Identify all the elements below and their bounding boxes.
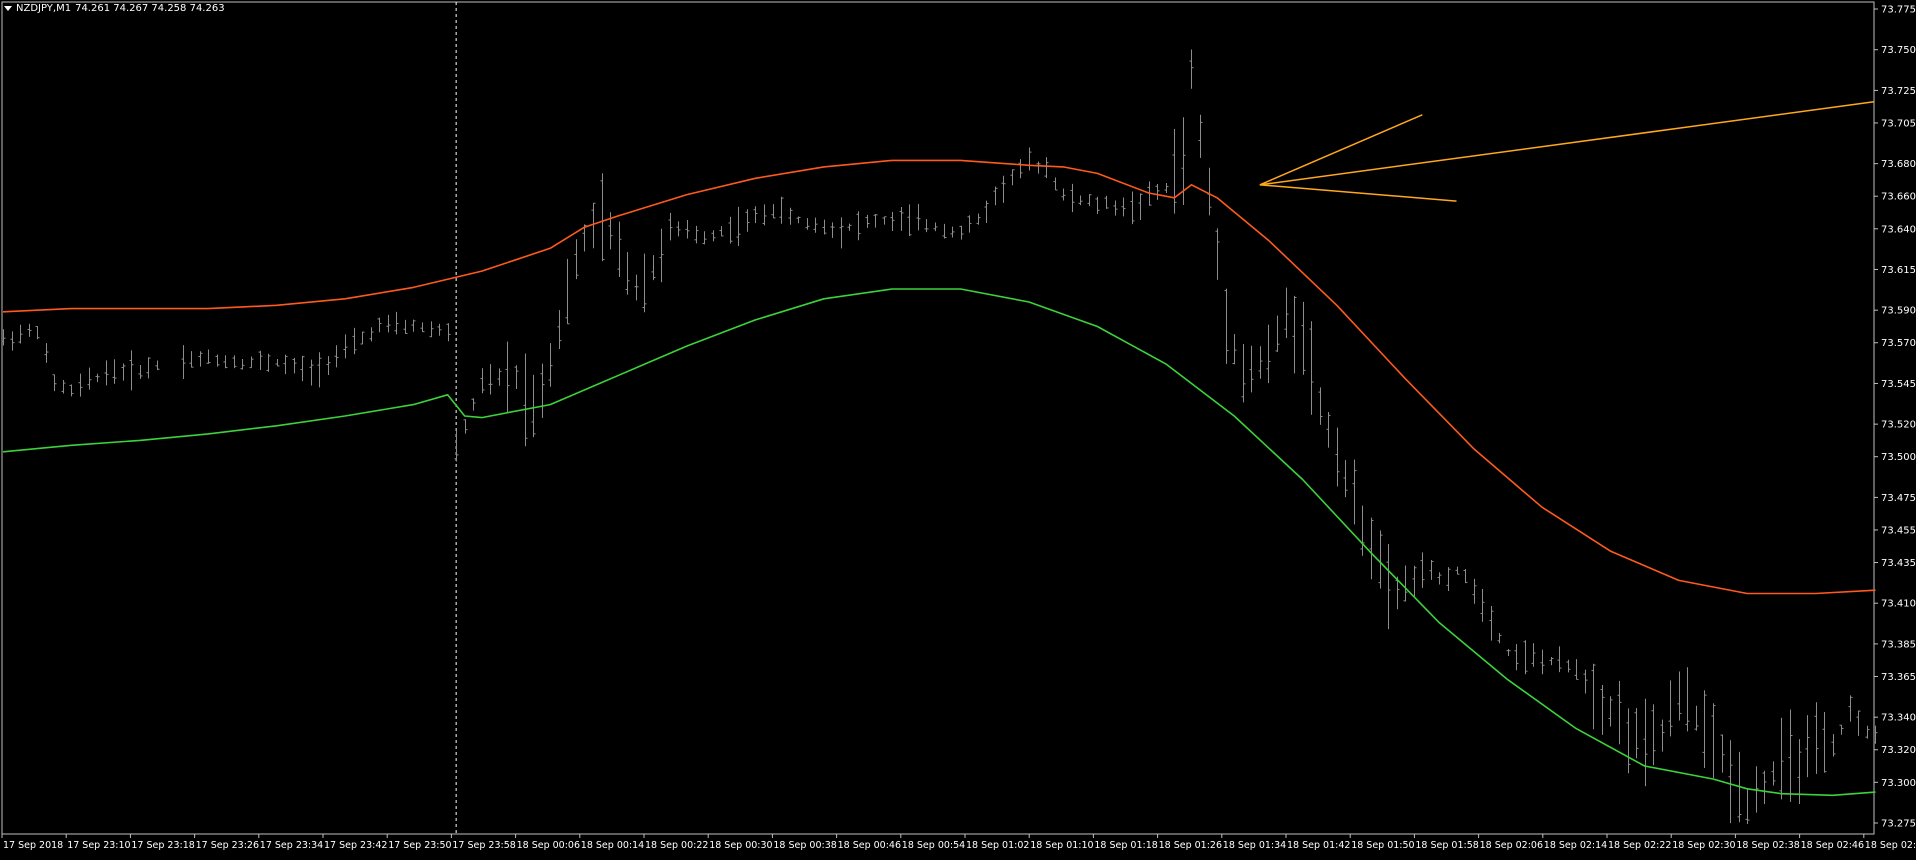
x-tick-label: 18 Sep 01:58 [1415, 840, 1478, 851]
y-tick-label: 73.545 [1881, 379, 1916, 390]
price-chart[interactable]: 73.775 73.750 73.725 73.705 73.680 73.660 73.6… [0, 0, 1916, 856]
x-tick-label: 18 Sep 01:34 [1223, 840, 1286, 851]
x-tick-label: 18 Sep 02:46 [1801, 840, 1864, 851]
x-tick-label: 18 Sep 01:50 [1351, 840, 1414, 851]
x-tick-label: 18 Sep 00:30 [709, 840, 772, 851]
y-tick-label: 73.660 [1881, 192, 1916, 203]
ohlc-prices: 74.261 74.267 74.258 74.263 [75, 3, 225, 14]
x-tick-label: 18 Sep 00:22 [645, 840, 708, 851]
x-tick-label: 17 Sep 23:58 [452, 840, 515, 851]
y-tick-label: 73.365 [1881, 672, 1916, 683]
y-tick-label: 73.320 [1881, 745, 1916, 756]
x-tick-label: 17 Sep 23:50 [388, 840, 451, 851]
y-tick-label: 73.340 [1881, 713, 1916, 724]
x-tick-label: 18 Sep 00:14 [581, 840, 644, 851]
symbol-label: NZDJPY,M1 [16, 3, 72, 14]
y-tick-label: 73.385 [1881, 639, 1916, 650]
x-tick-label: 18 Sep 01:18 [1094, 840, 1157, 851]
y-tick-label: 73.775 [1881, 5, 1916, 16]
y-tick-label: 73.725 [1881, 86, 1916, 97]
x-tick-label: 18 Sep 00:38 [773, 840, 836, 851]
y-tick-label: 73.475 [1881, 493, 1916, 504]
y-tick-label: 73.300 [1881, 778, 1916, 789]
y-tick-label: 73.570 [1881, 338, 1916, 349]
x-tick-label: 18 Sep 01:26 [1159, 840, 1222, 851]
y-tick-label: 73.500 [1881, 452, 1916, 463]
y-tick-label: 73.750 [1881, 45, 1916, 56]
x-tick-label: 18 Sep 02:06 [1480, 840, 1543, 851]
x-tick-label: 17 Sep 23:34 [260, 840, 323, 851]
x-tick-label: 18 Sep 01:10 [1030, 840, 1093, 851]
x-tick-label: 17 Sep 2018 [3, 840, 63, 851]
x-tick-label: 18 Sep 02:30 [1672, 840, 1735, 851]
x-tick-label: 18 Sep 02:22 [1608, 840, 1671, 851]
x-tick-label: 18 Sep 01:42 [1287, 840, 1350, 851]
collapse-triangle-icon[interactable] [4, 6, 12, 11]
y-tick-label: 73.410 [1881, 599, 1916, 610]
y-tick-label: 73.640 [1881, 224, 1916, 235]
x-tick-label: 18 Sep 02:38 [1736, 840, 1799, 851]
x-tick-label: 18 Sep 02:14 [1544, 840, 1607, 851]
y-tick-label: 73.590 [1881, 306, 1916, 317]
x-tick-label: 17 Sep 23:10 [67, 840, 130, 851]
x-tick-label: 18 Sep 00:46 [838, 840, 901, 851]
y-tick-label: 73.705 [1881, 118, 1916, 129]
y-tick-label: 73.435 [1881, 558, 1916, 569]
x-tick-label: 17 Sep 23:42 [324, 840, 387, 851]
y-tick-label: 73.680 [1881, 159, 1916, 170]
x-tick-label: 18 Sep 01:02 [966, 840, 1029, 851]
y-tick-label: 73.275 [1881, 819, 1916, 830]
x-tick-label: 18 Sep 02:54 [1865, 840, 1916, 851]
symbol-header: NZDJPY,M1 74.261 74.267 74.258 74.263 [4, 3, 225, 14]
y-tick-label: 73.615 [1881, 265, 1916, 276]
x-tick-label: 17 Sep 23:18 [131, 840, 194, 851]
x-tick-label: 18 Sep 00:06 [517, 840, 580, 851]
x-tick-label: 17 Sep 23:26 [196, 840, 259, 851]
x-tick-label: 18 Sep 00:54 [902, 840, 965, 851]
y-tick-label: 73.520 [1881, 420, 1916, 431]
chart-area[interactable]: 73.775 73.750 73.725 73.705 73.680 73.660 73.6… [0, 0, 1916, 856]
y-tick-label: 73.455 [1881, 525, 1916, 536]
